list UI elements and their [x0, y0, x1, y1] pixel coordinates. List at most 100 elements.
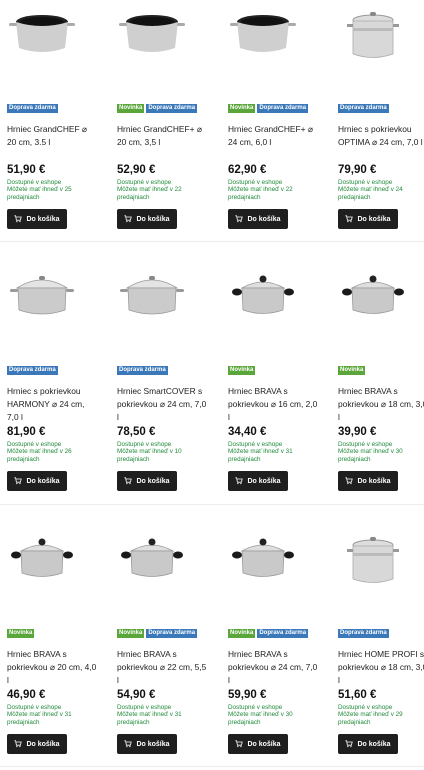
- add-to-cart-button[interactable]: Do košíka: [338, 471, 398, 491]
- cart-icon: [124, 215, 133, 223]
- product-title[interactable]: Hrniec s pokrievkou OPTIMA ⌀ 24 cm, 7,0 …: [338, 123, 424, 149]
- stock-eshop: Dostupné v eshope: [338, 704, 393, 711]
- product-image[interactable]: [338, 8, 408, 78]
- product-card[interactable]: Doprava zdarma Hrniec s pokrievkou HARMON…: [7, 262, 111, 502]
- stock-info: Dostupné v eshope Môžete mať ihneď v 10 p…: [117, 441, 213, 463]
- product-card[interactable]: Novinka Doprava zdarma Hrniec GrandCHEF+ ⌀…: [117, 0, 221, 240]
- add-to-cart-button[interactable]: Do košíka: [117, 734, 177, 754]
- free-shipping-badge: Doprava zdarma: [117, 366, 168, 375]
- cart-icon: [14, 740, 23, 748]
- stock-info: Dostupné v eshope Môžete mať ihneď v 30 p…: [338, 441, 424, 463]
- badge-group: Doprava zdarma: [7, 104, 58, 113]
- free-shipping-badge: Doprava zdarma: [7, 366, 58, 375]
- product-card[interactable]: Doprava zdarma Hrniec HOME PROFI s pokrie…: [338, 525, 424, 765]
- add-to-cart-button[interactable]: Do košíka: [117, 209, 177, 229]
- product-title[interactable]: Hrniec HOME PROFI s pokrievkou ⌀ 18 cm, …: [338, 648, 424, 687]
- product-image[interactable]: [7, 270, 77, 340]
- badge-group: Novinka Doprava zdarma: [228, 104, 309, 113]
- product-price: 52,90 €: [117, 164, 156, 176]
- cart-icon: [345, 477, 354, 485]
- product-image[interactable]: [228, 533, 298, 603]
- product-title[interactable]: Hrniec GrandCHEF+ ⌀ 24 cm, 6,0 l: [228, 123, 318, 149]
- stock-eshop: Dostupné v eshope: [338, 179, 393, 186]
- product-title[interactable]: Hrniec BRAVA s pokrievkou ⌀ 16 cm, 2,0 l: [228, 385, 318, 424]
- add-to-cart-button[interactable]: Do košíka: [338, 734, 398, 754]
- stock-eshop: Dostupné v eshope: [7, 179, 62, 186]
- stock-info: Dostupné v eshope Môžete mať ihneď v 24 p…: [338, 179, 424, 201]
- product-card[interactable]: Novinka Doprava zdarma Hrniec BRAVA s pokr…: [228, 525, 332, 765]
- cart-icon: [235, 740, 244, 748]
- stock-eshop: Dostupné v eshope: [338, 441, 393, 448]
- product-price: 34,40 €: [228, 426, 267, 438]
- product-image[interactable]: [338, 533, 408, 603]
- product-image[interactable]: [338, 270, 408, 340]
- product-title[interactable]: Hrniec GrandCHEF+ ⌀ 20 cm, 3,5 l: [117, 123, 207, 149]
- add-to-cart-button[interactable]: Do košíka: [228, 734, 288, 754]
- product-price: 39,90 €: [338, 426, 377, 438]
- badge-group: Doprava zdarma: [7, 366, 58, 375]
- stock-stores: Môžete mať ihneď v 22 predajniach: [117, 186, 182, 201]
- stock-info: Dostupné v eshope Môžete mať ihneď v 26 p…: [7, 441, 103, 463]
- add-to-cart-button[interactable]: Do košíka: [7, 734, 67, 754]
- product-title[interactable]: Hrniec s pokrievkou HARMONY ⌀ 24 cm, 7,0…: [7, 385, 97, 424]
- free-shipping-badge: Doprava zdarma: [146, 104, 198, 113]
- stock-eshop: Dostupné v eshope: [228, 179, 283, 186]
- product-card[interactable]: Doprava zdarma Hrniec s pokrievkou OPTIMA…: [338, 0, 424, 240]
- product-card[interactable]: Novinka Hrniec BRAVA s pokrievkou ⌀ 20 cm…: [7, 525, 111, 765]
- product-image[interactable]: [228, 270, 298, 340]
- new-badge: Novinka: [117, 629, 145, 638]
- badge-group: Novinka: [338, 366, 366, 375]
- stock-stores: Môžete mať ihneď v 26 predajniach: [7, 448, 72, 463]
- product-card[interactable]: Novinka Doprava zdarma Hrniec GrandCHEF+ ⌀…: [228, 0, 332, 240]
- add-to-cart-label: Do košíka: [136, 740, 170, 748]
- new-badge: Novinka: [117, 104, 145, 113]
- badge-group: Novinka Doprava zdarma: [228, 629, 309, 638]
- add-to-cart-label: Do košíka: [136, 477, 170, 485]
- stock-eshop: Dostupné v eshope: [228, 441, 283, 448]
- product-title[interactable]: Hrniec BRAVA s pokrievkou ⌀ 24 cm, 7,0 l: [228, 648, 318, 687]
- free-shipping-badge: Doprava zdarma: [146, 629, 198, 638]
- add-to-cart-button[interactable]: Do košíka: [7, 471, 67, 491]
- stock-stores: Môžete mať ihneď v 22 predajniach: [228, 186, 293, 201]
- product-image[interactable]: [117, 270, 187, 340]
- product-image[interactable]: [117, 8, 187, 78]
- cart-icon: [345, 740, 354, 748]
- product-card[interactable]: Novinka Hrniec BRAVA s pokrievkou ⌀ 16 cm…: [228, 262, 332, 502]
- cart-icon: [14, 477, 23, 485]
- product-title[interactable]: Hrniec BRAVA s pokrievkou ⌀ 22 cm, 5,5 l: [117, 648, 207, 687]
- cart-icon: [124, 477, 133, 485]
- product-image[interactable]: [7, 8, 77, 78]
- product-title[interactable]: Hrniec BRAVA s pokrievkou ⌀ 18 cm, 3,0 l: [338, 385, 424, 424]
- product-card[interactable]: Novinka Hrniec BRAVA s pokrievkou ⌀ 18 cm…: [338, 262, 424, 502]
- stock-info: Dostupné v eshope Môžete mať ihneď v 22 p…: [228, 179, 324, 201]
- add-to-cart-button[interactable]: Do košíka: [228, 209, 288, 229]
- add-to-cart-button[interactable]: Do košíka: [117, 471, 177, 491]
- product-image[interactable]: [7, 533, 77, 603]
- add-to-cart-button[interactable]: Do košíka: [338, 209, 398, 229]
- add-to-cart-label: Do košíka: [247, 740, 281, 748]
- product-price: 46,90 €: [7, 689, 46, 701]
- product-price: 54,90 €: [117, 689, 156, 701]
- cart-icon: [14, 215, 23, 223]
- product-card[interactable]: Doprava zdarma Hrniec SmartCOVER s pokrie…: [117, 262, 221, 502]
- product-price: 62,90 €: [228, 164, 267, 176]
- stock-info: Dostupné v eshope Môžete mať ihneď v 25 p…: [7, 179, 103, 201]
- stock-stores: Môžete mať ihneď v 30 predajniach: [228, 711, 293, 726]
- product-title[interactable]: Hrniec BRAVA s pokrievkou ⌀ 20 cm, 4,0 l: [7, 648, 97, 687]
- product-image[interactable]: [117, 533, 187, 603]
- stock-info: Dostupné v eshope Môžete mať ihneď v 31 p…: [228, 441, 324, 463]
- cart-icon: [235, 477, 244, 485]
- stock-eshop: Dostupné v eshope: [228, 704, 283, 711]
- stock-stores: Môžete mať ihneď v 30 predajniach: [338, 448, 403, 463]
- product-title[interactable]: Hrniec GrandCHEF ⌀ 20 cm, 3.5 l: [7, 123, 97, 149]
- product-title[interactable]: Hrniec SmartCOVER s pokrievkou ⌀ 24 cm, …: [117, 385, 207, 424]
- add-to-cart-label: Do košíka: [26, 740, 60, 748]
- product-price: 51,60 €: [338, 689, 377, 701]
- product-card[interactable]: Novinka Doprava zdarma Hrniec BRAVA s pokr…: [117, 525, 221, 765]
- stock-stores: Môžete mať ihneď v 10 predajniach: [117, 448, 182, 463]
- new-badge: Novinka: [228, 366, 256, 375]
- add-to-cart-button[interactable]: Do košíka: [228, 471, 288, 491]
- add-to-cart-button[interactable]: Do košíka: [7, 209, 67, 229]
- product-image[interactable]: [228, 8, 298, 78]
- product-card[interactable]: Doprava zdarma Hrniec GrandCHEF ⌀ 20 cm, …: [7, 0, 111, 240]
